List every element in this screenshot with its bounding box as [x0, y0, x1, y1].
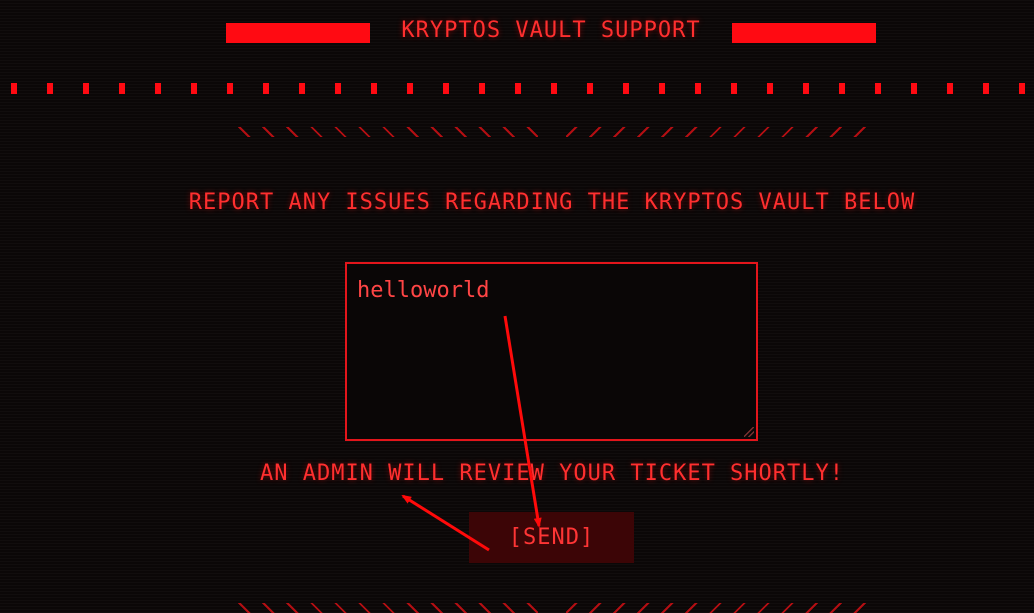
- divider-dot: [47, 83, 53, 94]
- resize-grip-icon[interactable]: [744, 427, 754, 437]
- divider-dot: [83, 83, 89, 94]
- divider-dot: [299, 83, 305, 94]
- divider-dot: [263, 83, 269, 94]
- divider-dot: [479, 83, 485, 94]
- divider-dot: [695, 83, 701, 94]
- divider-dot: [371, 83, 377, 94]
- divider-dot: [947, 83, 953, 94]
- dotted-divider: [0, 83, 1034, 95]
- divider-dot: [335, 83, 341, 94]
- divider-dot: [551, 83, 557, 94]
- hatch-divider-top-left: [238, 127, 538, 137]
- ticket-textarea[interactable]: helloworld: [345, 262, 758, 441]
- divider-dot: [1019, 83, 1025, 94]
- divider-dot: [803, 83, 809, 94]
- divider-dot: [767, 83, 773, 94]
- page-title: KRYPTOS VAULT SUPPORT: [401, 18, 701, 43]
- divider-dot: [983, 83, 989, 94]
- admin-review-note: AN ADMIN WILL REVIEW YOUR TICKET SHORTLY…: [259, 461, 845, 486]
- divider-dot: [875, 83, 881, 94]
- hatch-divider-bottom-left: [238, 603, 538, 613]
- hatch-divider-bottom-right: [566, 603, 866, 613]
- divider-dot: [11, 83, 17, 94]
- divider-dot: [731, 83, 737, 94]
- divider-dot: [155, 83, 161, 94]
- send-button[interactable]: [SEND]: [469, 512, 634, 563]
- report-heading: REPORT ANY ISSUES REGARDING THE KRYPTOS …: [188, 190, 916, 215]
- divider-dot: [443, 83, 449, 94]
- divider-dot: [659, 83, 665, 94]
- divider-dot: [515, 83, 521, 94]
- divider-dot: [407, 83, 413, 94]
- divider-dot: [227, 83, 233, 94]
- divider-dot: [911, 83, 917, 94]
- title-bar-left: [226, 23, 370, 43]
- hatch-divider-top-right: [566, 127, 866, 137]
- ticket-textarea-value: helloworld: [357, 278, 490, 303]
- divider-dot: [623, 83, 629, 94]
- divider-dot: [191, 83, 197, 94]
- divider-dot: [119, 83, 125, 94]
- divider-dot: [839, 83, 845, 94]
- title-bar-right: [732, 23, 876, 43]
- divider-dot: [587, 83, 593, 94]
